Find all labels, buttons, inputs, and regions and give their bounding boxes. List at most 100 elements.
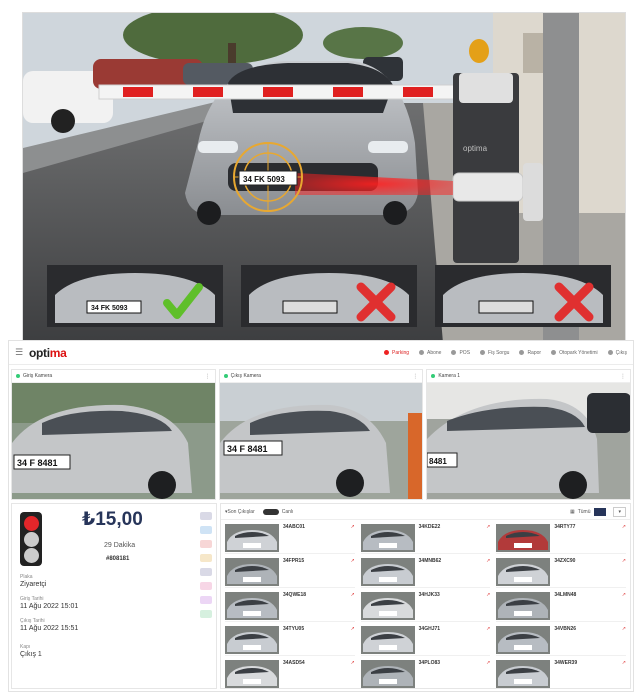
nav-label: Parking: [392, 349, 409, 356]
exit-flag-icon[interactable]: ↗: [486, 626, 490, 632]
record-plate: 34RTY77: [554, 524, 576, 530]
record-plate: 34ASD54: [283, 660, 305, 666]
camera-image: 8481: [427, 383, 631, 499]
action-button[interactable]: [200, 554, 212, 562]
nav-ticket-query[interactable]: Fiş Sorgu: [480, 350, 509, 356]
view-label[interactable]: Tümü: [578, 509, 591, 515]
action-button[interactable]: [200, 582, 212, 590]
record-row[interactable]: 34ZXC90 ↗: [496, 558, 626, 588]
nav-parking[interactable]: Parking: [384, 350, 409, 356]
exit-flag-icon[interactable]: ↗: [622, 524, 626, 530]
record-row[interactable]: 34RTY77 ↗: [496, 524, 626, 554]
grid-view-icon[interactable]: ▦: [570, 509, 575, 515]
record-info: 34LMN48: [554, 592, 621, 598]
logo-main: opti: [29, 345, 50, 360]
camera-panel-1[interactable]: Kamera 1 ⋮ 8481: [426, 369, 632, 500]
field-value-plate[interactable]: Ziyaretçi: [20, 581, 46, 588]
tree: [323, 27, 403, 59]
record-info: 34FPR15: [283, 558, 350, 564]
parking-icon: [384, 350, 390, 355]
record-plate: 34FPR15: [283, 558, 305, 564]
exit-flag-icon[interactable]: ↗: [622, 626, 626, 632]
more-icon[interactable]: ⋮: [620, 373, 626, 380]
amber-lamp: [23, 531, 39, 547]
sort-select[interactable]: ▾: [613, 506, 626, 517]
record-row[interactable]: 34ABC01 ↗: [225, 524, 355, 554]
record-row[interactable]: 34WER39 ↗: [496, 660, 626, 688]
record-row[interactable]: 34MNB62 ↗: [360, 558, 491, 588]
record-row[interactable]: 34GHJ71 ↗: [360, 626, 491, 656]
action-button[interactable]: [200, 540, 212, 548]
exit-flag-icon[interactable]: ↗: [350, 592, 354, 598]
live-dot-icon: [223, 374, 228, 378]
cabinet-brand: optima: [463, 144, 488, 153]
record-info: 34HJK33: [419, 592, 486, 598]
nav-abone[interactable]: Abone: [419, 350, 441, 356]
record-row[interactable]: 34KDE22 ↗: [360, 524, 491, 554]
plate-target-icon: 34 FK 5093: [233, 142, 303, 212]
record-row[interactable]: 34QWE18 ↗: [225, 592, 355, 622]
action-button[interactable]: [200, 610, 212, 618]
exit-flag-icon[interactable]: ↗: [622, 558, 626, 564]
card-icon: [451, 350, 457, 355]
user-icon: [419, 350, 424, 355]
app-logo[interactable]: optima: [29, 346, 67, 360]
exit-flag-icon[interactable]: ↗: [486, 524, 490, 530]
top-bar: ☰ optima Parking Abone POS Fiş Sorgu Rap…: [9, 341, 633, 365]
action-button[interactable]: [200, 526, 212, 534]
camera-panel-entry[interactable]: Giriş Kamera ⋮ 34 F 8481: [11, 369, 216, 500]
nav-report[interactable]: Rapor: [519, 350, 541, 356]
record-info: 34QWE18: [283, 592, 350, 598]
record-info: 34ZXC90: [554, 558, 621, 564]
tile-plate: 34 FK 5093: [91, 305, 128, 312]
record-plate: 34HJK33: [418, 592, 440, 598]
camera-title: Çıkış Kamera: [230, 373, 261, 379]
green-lamp: [23, 547, 39, 563]
exit-flag-icon[interactable]: ↗: [350, 626, 354, 632]
record-row[interactable]: 34PLO83 ↗: [360, 660, 490, 688]
record-info: 34KDE22: [419, 524, 486, 530]
parking-duration: 29 Dakika: [104, 542, 136, 549]
record-row[interactable]: 34LMN48 ↗: [496, 592, 626, 622]
camera-panel-exit[interactable]: Çıkış Kamera ⋮ 34 F 8481: [218, 369, 424, 500]
camera-image: 34 F 8481: [219, 383, 423, 499]
toggle-label: Canlı: [281, 508, 294, 515]
record-row[interactable]: 34HJK33 ↗: [360, 592, 491, 622]
nav-pos[interactable]: POS: [451, 350, 470, 356]
record-row[interactable]: 34VBN26 ↗: [496, 626, 626, 656]
exit-flag-icon[interactable]: ↗: [350, 558, 354, 564]
field-label: Giriş Tarihi: [20, 596, 44, 602]
record-info: 34VBN26: [554, 626, 621, 632]
live-toggle[interactable]: [262, 508, 279, 515]
record-thumbnail: [225, 660, 279, 688]
exit-flag-icon[interactable]: ↗: [622, 592, 626, 598]
action-button[interactable]: [200, 568, 212, 576]
logo-accent: ma: [49, 345, 67, 360]
nav-label: Otopark Yönetimi: [559, 349, 598, 356]
more-icon[interactable]: ⋮: [412, 373, 418, 380]
field-value-entry-time: 11 Ağu 2022 15:01: [20, 603, 79, 610]
nav-parking-management[interactable]: Otopark Yönetimi: [551, 350, 598, 356]
exit-flag-icon[interactable]: ↗: [486, 660, 490, 666]
record-thumbnail: [496, 558, 551, 586]
record-plate: 34GHJ71: [418, 626, 441, 632]
menu-icon[interactable]: ☰: [15, 347, 29, 358]
exit-flag-icon[interactable]: ↗: [350, 660, 354, 666]
record-thumbnail: [360, 524, 415, 552]
record-info: 34PLO83: [419, 660, 486, 666]
record-row[interactable]: 34ASD54 ↗: [225, 660, 355, 688]
exit-flag-icon[interactable]: ↗: [486, 558, 490, 564]
check-tile-1: 34 FK 5093: [47, 265, 223, 327]
exit-flag-icon[interactable]: ↗: [622, 660, 626, 666]
exit-flag-icon[interactable]: ↗: [486, 592, 490, 598]
field-value-gate[interactable]: Çıkış 1: [20, 651, 42, 658]
action-button[interactable]: [200, 596, 212, 604]
nav-logout[interactable]: Çıkış: [607, 350, 627, 356]
record-row[interactable]: 34TYU05 ↗: [225, 626, 355, 656]
more-icon[interactable]: ⋮: [205, 373, 211, 380]
action-button[interactable]: [200, 512, 212, 520]
exit-flag-icon[interactable]: ↗: [350, 524, 354, 530]
record-row[interactable]: 34FPR15 ↗: [225, 558, 355, 588]
filter-label[interactable]: Son Çıkışlar: [228, 509, 255, 515]
color-filter-button[interactable]: [594, 507, 607, 516]
